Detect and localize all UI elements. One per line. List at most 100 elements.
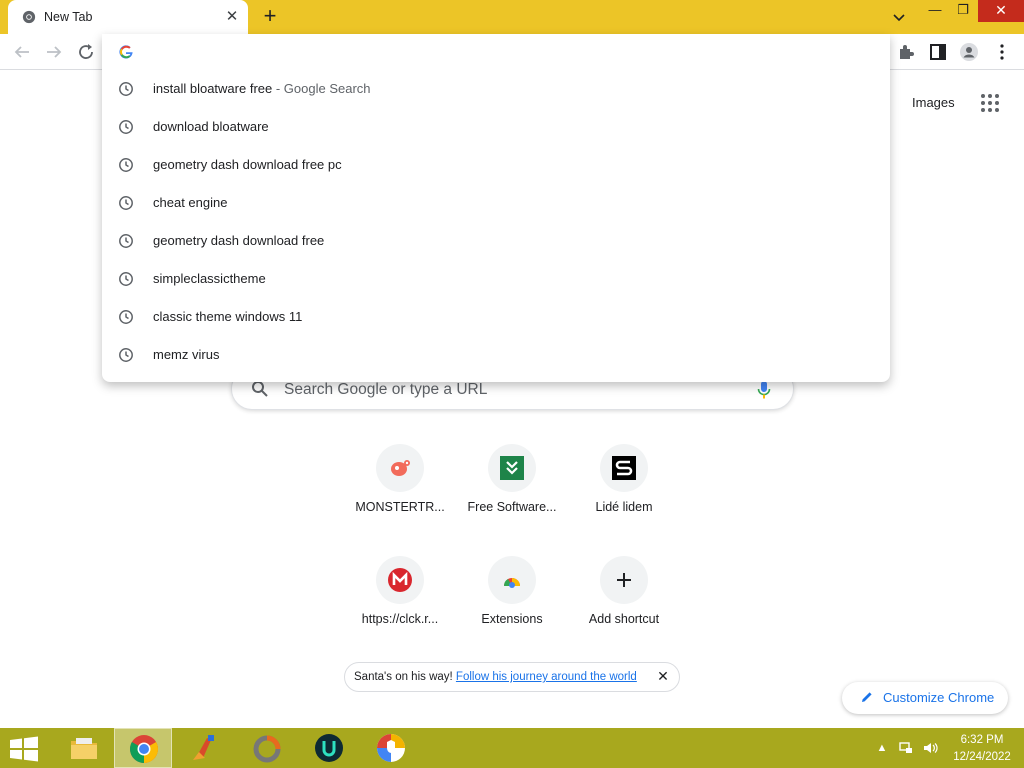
- shortcut-label: Add shortcut: [588, 612, 660, 626]
- maximize-button[interactable]: ❐: [948, 0, 978, 22]
- suggestion-text: download bloatware: [153, 119, 269, 134]
- shortcut-tile[interactable]: [376, 444, 424, 492]
- download-icon: [500, 456, 524, 480]
- history-clock-icon: [119, 82, 133, 96]
- suggestion-item[interactable]: geometry dash download free: [102, 222, 890, 260]
- suggestion-item[interactable]: classic theme windows 11: [102, 298, 890, 336]
- shortcut-label: Extensions: [481, 612, 543, 626]
- taskbar-clock-time[interactable]: 6:32 PM: [952, 734, 1012, 746]
- network-icon[interactable]: [898, 740, 914, 756]
- shortcut-free-software[interactable]: Free Software...: [456, 444, 568, 544]
- shortcut-label: https://clck.r...: [361, 612, 439, 626]
- tab-close-icon[interactable]: ✕: [224, 9, 240, 25]
- suggestion-text: geometry dash download free: [153, 233, 325, 248]
- suggestion-item[interactable]: simpleclassictheme: [102, 260, 890, 298]
- reload-icon[interactable]: [74, 40, 98, 64]
- back-arrow-icon[interactable]: [10, 40, 34, 64]
- tab-title: New Tab: [44, 10, 93, 24]
- suggestion-item[interactable]: cheat engine: [102, 184, 890, 222]
- s-logo-icon: [612, 456, 636, 480]
- title-bar: New Tab ✕ + — ❐ ✕: [0, 0, 1024, 34]
- suggestion-suffix: - Google Search: [272, 81, 371, 96]
- suggestion-text: memz virus: [153, 347, 220, 362]
- plus-icon: [617, 573, 631, 587]
- shortcut-clck[interactable]: https://clck.r...: [344, 556, 456, 656]
- suggestion-item[interactable]: memz virus: [102, 336, 890, 374]
- minimize-button[interactable]: —: [920, 0, 950, 22]
- suggestion-query: install bloatware free: [153, 81, 273, 96]
- forward-arrow-icon[interactable]: [42, 40, 66, 64]
- shortcut-add[interactable]: Add shortcut: [568, 556, 680, 656]
- taskbar-app-ring[interactable]: [238, 728, 296, 768]
- suggestion-text: install bloatware free - Google Search: [153, 81, 371, 96]
- brush-icon: [193, 735, 214, 760]
- shortcut-label: Free Software...: [467, 500, 557, 514]
- google-g-icon: [119, 45, 133, 59]
- ring-app-icon: [253, 735, 281, 763]
- profile-avatar-icon[interactable]: [959, 42, 979, 62]
- m-logo-icon: [388, 568, 412, 592]
- omnibox-dropdown: install bloatware free - Google Search d…: [102, 34, 890, 382]
- promo-text: Santa's on his way! Follow his journey a…: [354, 671, 637, 683]
- shortcut-lide-lidem[interactable]: Lidé lidem: [568, 444, 680, 544]
- microphone-icon[interactable]: [757, 380, 771, 400]
- volume-icon[interactable]: [922, 740, 938, 756]
- history-clock-icon: [119, 158, 133, 172]
- chrome-icon: [130, 735, 158, 763]
- shortcut-label: MONSTERTR...: [355, 500, 445, 514]
- windows-start-icon[interactable]: [8, 736, 40, 762]
- shortcut-extensions[interactable]: Extensions: [456, 556, 568, 656]
- suggestion-item[interactable]: install bloatware free - Google Search: [102, 70, 890, 108]
- window-close-button[interactable]: ✕: [978, 0, 1024, 22]
- history-clock-icon: [119, 196, 133, 210]
- shortcut-tile[interactable]: [600, 444, 648, 492]
- images-link[interactable]: Images: [912, 95, 955, 110]
- promo-banner: Santa's on his way! Follow his journey a…: [344, 662, 680, 692]
- suggestion-item[interactable]: download bloatware: [102, 108, 890, 146]
- promo-message: Santa's on his way!: [354, 671, 456, 683]
- extensions-puzzle-icon[interactable]: [896, 42, 916, 62]
- history-clock-icon: [119, 310, 133, 324]
- new-tab-button[interactable]: +: [258, 5, 282, 29]
- google-apps-grid-icon[interactable]: [980, 93, 1000, 113]
- taskbar-file-explorer[interactable]: [55, 728, 113, 768]
- customize-chrome-button[interactable]: Customize Chrome: [842, 682, 1008, 714]
- shortcut-tile[interactable]: [600, 556, 648, 604]
- taskbar-app-u[interactable]: [300, 728, 358, 768]
- taskbar-clock-date[interactable]: 12/24/2022: [950, 751, 1014, 763]
- kebab-menu-icon[interactable]: [992, 42, 1012, 62]
- chrome-favicon-icon: [22, 10, 36, 24]
- shortcut-label: Lidé lidem: [595, 500, 653, 514]
- chrome-store-icon: [503, 578, 520, 588]
- shortcut-tile[interactable]: [376, 556, 424, 604]
- customize-chrome-label: Customize Chrome: [883, 690, 995, 705]
- promo-close-icon[interactable]: ✕: [655, 668, 671, 684]
- taskbar-ccleaner[interactable]: [176, 728, 234, 768]
- u-logo-icon: [315, 734, 343, 762]
- shortcut-tile[interactable]: [488, 556, 536, 604]
- tab-new-tab[interactable]: New Tab ✕: [8, 0, 248, 34]
- history-clock-icon: [119, 348, 133, 362]
- suggestion-text: classic theme windows 11: [153, 309, 303, 324]
- suggestion-text: cheat engine: [153, 195, 228, 210]
- shield-browser-icon: [377, 734, 405, 762]
- shortcut-tile[interactable]: [488, 444, 536, 492]
- tray-expand-icon[interactable]: ▲: [874, 740, 890, 756]
- taskbar: ▲: [0, 728, 1024, 768]
- history-clock-icon: [119, 234, 133, 248]
- taskbar-chrome[interactable]: [114, 728, 172, 768]
- promo-link[interactable]: Follow his journey around the world: [456, 671, 637, 683]
- tab-search-chevron-icon[interactable]: [890, 7, 908, 27]
- suggestion-text: geometry dash download free pc: [153, 157, 342, 172]
- taskbar-app-shield[interactable]: [362, 728, 420, 768]
- suggestion-text: simpleclassictheme: [153, 271, 266, 286]
- suggestion-item[interactable]: geometry dash download free pc: [102, 146, 890, 184]
- folder-icon: [71, 738, 97, 759]
- side-panel-icon[interactable]: [928, 42, 948, 62]
- search-icon: [252, 381, 268, 397]
- monster-icon: [391, 460, 410, 476]
- pencil-icon: [862, 692, 872, 702]
- history-clock-icon: [119, 272, 133, 286]
- shortcut-monstertr[interactable]: MONSTERTR...: [344, 444, 456, 544]
- search-input[interactable]: Search Google or type a URL: [284, 381, 487, 399]
